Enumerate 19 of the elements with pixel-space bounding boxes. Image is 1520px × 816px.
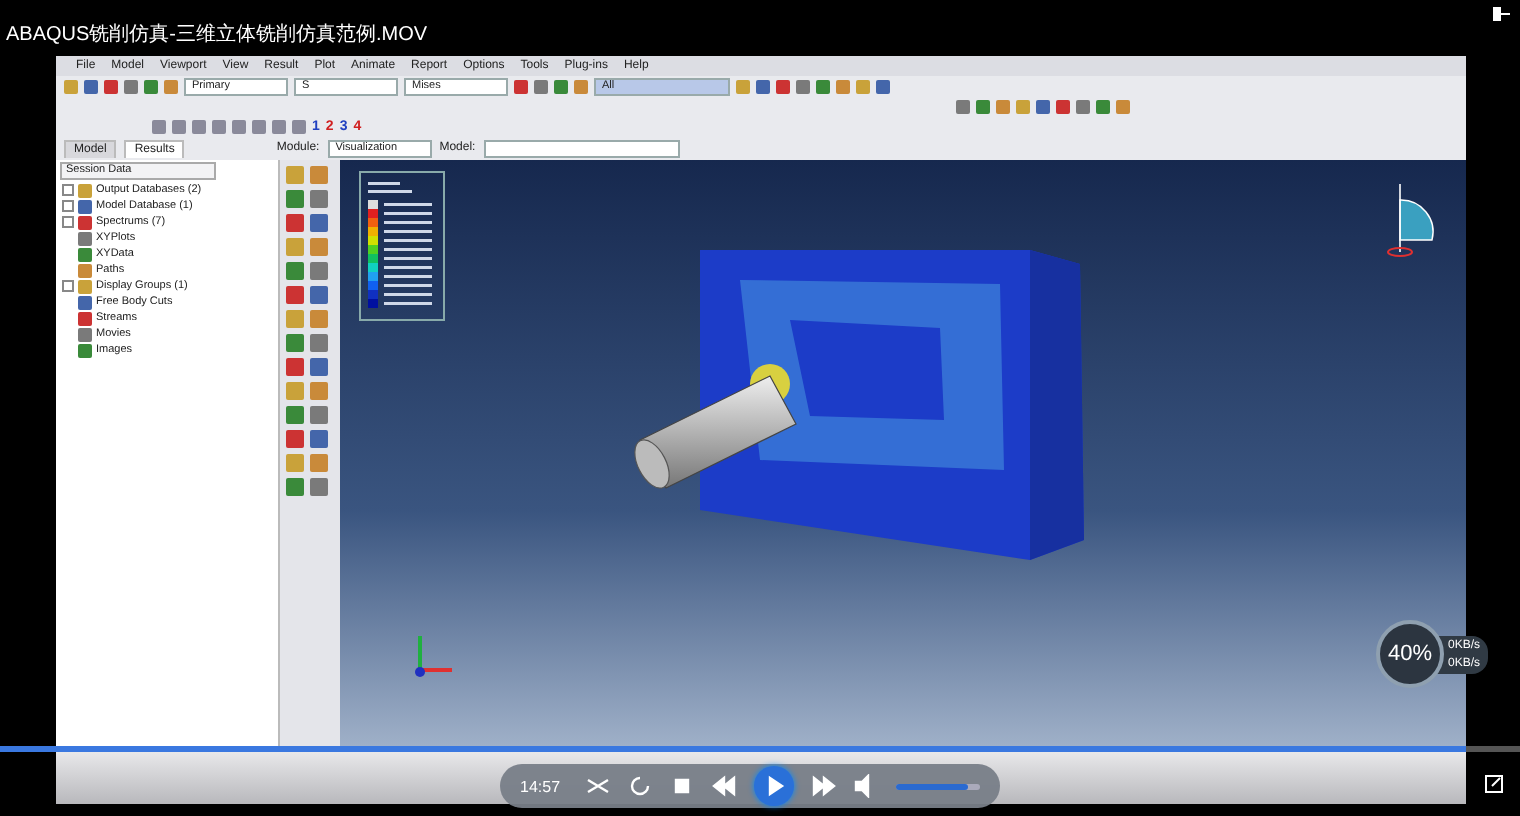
model-dropdown[interactable] [483,139,680,157]
orientation-gizmo-icon [1387,183,1434,257]
rewind-button[interactable] [712,774,737,798]
fullscreen-icon[interactable] [1483,774,1503,794]
repeat-icon [628,774,653,798]
shuffle-icon [586,774,611,798]
fast-forward-icon [812,774,837,798]
shuffle-button[interactable] [586,774,611,798]
rewind-icon [712,774,737,798]
stop-icon [670,774,695,798]
video-title: ABAQUS铣削仿真-三维立体铣削仿真范例.MOV [6,21,428,48]
repeat-button[interactable] [628,774,653,798]
stop-button[interactable] [670,774,695,798]
axis-triad-icon [415,636,452,677]
volume-slider[interactable] [896,783,981,789]
fast-forward-button[interactable] [812,774,837,798]
playback-time: 14:57 [520,777,561,795]
pin-icon[interactable] [1492,6,1512,22]
play-button[interactable] [754,766,795,806]
